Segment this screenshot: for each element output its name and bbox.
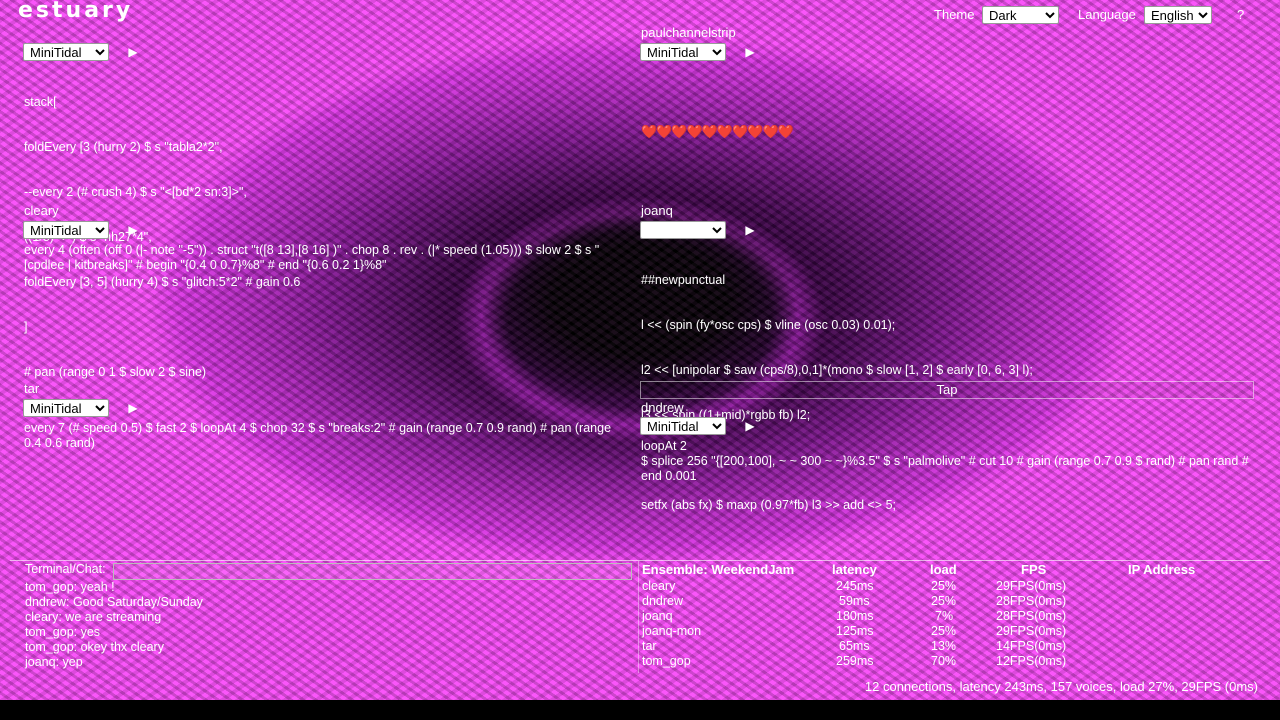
chat-message: tom_gop: okey thx cleary <box>25 640 164 654</box>
chat-message: dndrew: Good Saturday/Sunday <box>25 595 203 609</box>
bottom-vertical-divider <box>638 561 639 673</box>
theme-select[interactable]: Dark <box>982 6 1059 24</box>
ensemble-latency: 259ms <box>836 654 874 668</box>
ensemble-header-latency: latency <box>832 562 877 577</box>
ensemble-load: 25% <box>931 594 957 608</box>
ensemble-user: joanq-mon <box>642 624 702 638</box>
ensemble-load: 70% <box>931 654 957 668</box>
code-line: ] <box>24 320 28 334</box>
panel-5-code[interactable]: every 7 (# speed 0.5) $ fast 2 $ loopAt … <box>24 421 624 451</box>
panel-6-play-icon[interactable]: ▶ <box>741 417 759 435</box>
chat-message: cleary: we are streaming <box>25 610 162 624</box>
code-line: # pan (range 0 1 $ slow 2 $ sine) <box>24 365 207 379</box>
ensemble-fps: 12FPS(0ms) <box>996 654 1067 668</box>
panel-6-name: dndrew <box>641 400 684 415</box>
code-line: --every 2 (# crush 4) $ s "<[bd*2 sn:3]>… <box>24 185 247 199</box>
table-row: joanq-mon 125ms 25% 29FPS(0ms) <box>642 624 1262 639</box>
panel-4-name: joanq <box>641 203 673 218</box>
panel-5-language-select[interactable]: MiniTidal <box>23 399 109 417</box>
ensemble-header-name: Ensemble: WeekendJam <box>642 562 795 577</box>
chat-message: tom_gop: yeah ! <box>25 580 115 594</box>
chat-message: tom_gop: yes <box>25 625 101 639</box>
ensemble-latency: 59ms <box>839 594 870 608</box>
code-line: foldEvery [3, 5] (hurry 4) $ s "glitch:5… <box>24 275 301 289</box>
panel-2-play-icon[interactable]: ▶ <box>741 43 759 61</box>
table-row: tom_gop 259ms 70% 12FPS(0ms) <box>642 654 1262 669</box>
panel-5-name: tar <box>24 381 40 396</box>
chat-log: tom_gop: yeah ! dndrew: Good Saturday/Su… <box>25 580 203 670</box>
ensemble-load: 25% <box>931 579 957 593</box>
language-label: Language <box>1078 7 1136 22</box>
panel-6-code[interactable]: loopAt 2 $ splice 256 "{[200,100], ~ ~ 3… <box>641 439 1251 484</box>
ensemble-load: 25% <box>931 624 957 638</box>
app-logo: estuary <box>18 0 134 23</box>
bottom-black-bar <box>0 700 1280 720</box>
terminal-label: Terminal/Chat: <box>25 562 106 576</box>
ensemble-header-ip: IP Address <box>1128 562 1196 577</box>
ensemble-load: 7% <box>935 609 954 623</box>
table-row: tar 65ms 13% 14FPS(0ms) <box>642 639 1262 654</box>
terminal-input[interactable] <box>113 563 632 580</box>
ensemble-load: 13% <box>931 639 957 653</box>
ensemble-header-load: load <box>930 562 957 577</box>
panel-6-language-select[interactable]: MiniTidal <box>640 417 726 435</box>
panel-3-name: cleary <box>24 203 59 218</box>
panel-1-language-select[interactable]: MiniTidal <box>23 43 109 61</box>
ensemble-fps: 28FPS(0ms) <box>996 594 1067 608</box>
ensemble-user: joanq <box>642 609 673 623</box>
code-line: setfx (abs fx) $ maxp (0.97*fb) l3 >> ad… <box>641 498 896 512</box>
status-bar: 12 connections, latency 243ms, 157 voice… <box>864 679 1258 694</box>
ensemble-fps: 14FPS(0ms) <box>996 639 1067 653</box>
ensemble-user: tar <box>642 639 657 653</box>
code-line: foldEvery [3 (hurry 2) $ s "tabla2*2", <box>24 140 223 154</box>
ensemble-fps: 29FPS(0ms) <box>996 624 1067 638</box>
ensemble-latency: 180ms <box>836 609 874 623</box>
panel-4-language-select[interactable] <box>640 221 726 239</box>
ensemble-table: cleary 245ms 25% 29FPS(0ms) dndrew 59ms … <box>642 579 1262 669</box>
panel-4-play-icon[interactable]: ▶ <box>741 221 759 239</box>
panel-3-code[interactable]: every 4 (often (off 0 (|- note "-5")) . … <box>24 243 634 273</box>
panel-3-language-select[interactable]: MiniTidal <box>23 221 109 239</box>
table-row: joanq 180ms 7% 28FPS(0ms) <box>642 609 1262 624</box>
help-button[interactable]: ? <box>1237 7 1244 22</box>
theme-label: Theme <box>934 7 975 22</box>
code-line: ##newpunctual <box>641 273 726 287</box>
table-row: cleary 245ms 25% 29FPS(0ms) <box>642 579 1262 594</box>
tap-button[interactable]: Tap <box>640 381 1254 399</box>
ensemble-latency: 245ms <box>836 579 874 593</box>
table-row: dndrew 59ms 25% 28FPS(0ms) <box>642 594 1262 609</box>
chat-message: joanq: yep <box>25 655 83 669</box>
ensemble-user: cleary <box>642 579 676 593</box>
ensemble-fps: 29FPS(0ms) <box>996 579 1067 593</box>
panel-5-play-icon[interactable]: ▶ <box>124 399 142 417</box>
code-line: l << (spin (fy*osc cps) $ vline (osc 0.0… <box>641 318 896 332</box>
panel-3-play-icon[interactable]: ▶ <box>124 221 142 239</box>
panel-2-name: paulchannelstrip <box>641 25 736 40</box>
ensemble-user: tom_gop <box>642 654 691 668</box>
ensemble-user: dndrew <box>642 594 683 608</box>
ensemble-header-fps: FPS <box>1021 562 1047 577</box>
code-line: stack[ <box>24 95 57 109</box>
ensemble-latency: 65ms <box>839 639 870 653</box>
panel-2-language-select[interactable]: MiniTidal <box>640 43 726 61</box>
code-line: l2 << [unipolar $ saw (cps/8),0,1]*(mono… <box>641 363 1033 377</box>
ensemble-fps: 28FPS(0ms) <box>996 609 1067 623</box>
bottom-divider <box>10 560 1270 561</box>
ensemble-latency: 125ms <box>836 624 874 638</box>
hearts-display: ❤️❤️❤️❤️❤️❤️❤️❤️❤️❤️ <box>641 124 794 139</box>
language-select[interactable]: English <box>1144 6 1212 24</box>
panel-1-play-icon[interactable]: ▶ <box>124 43 142 61</box>
